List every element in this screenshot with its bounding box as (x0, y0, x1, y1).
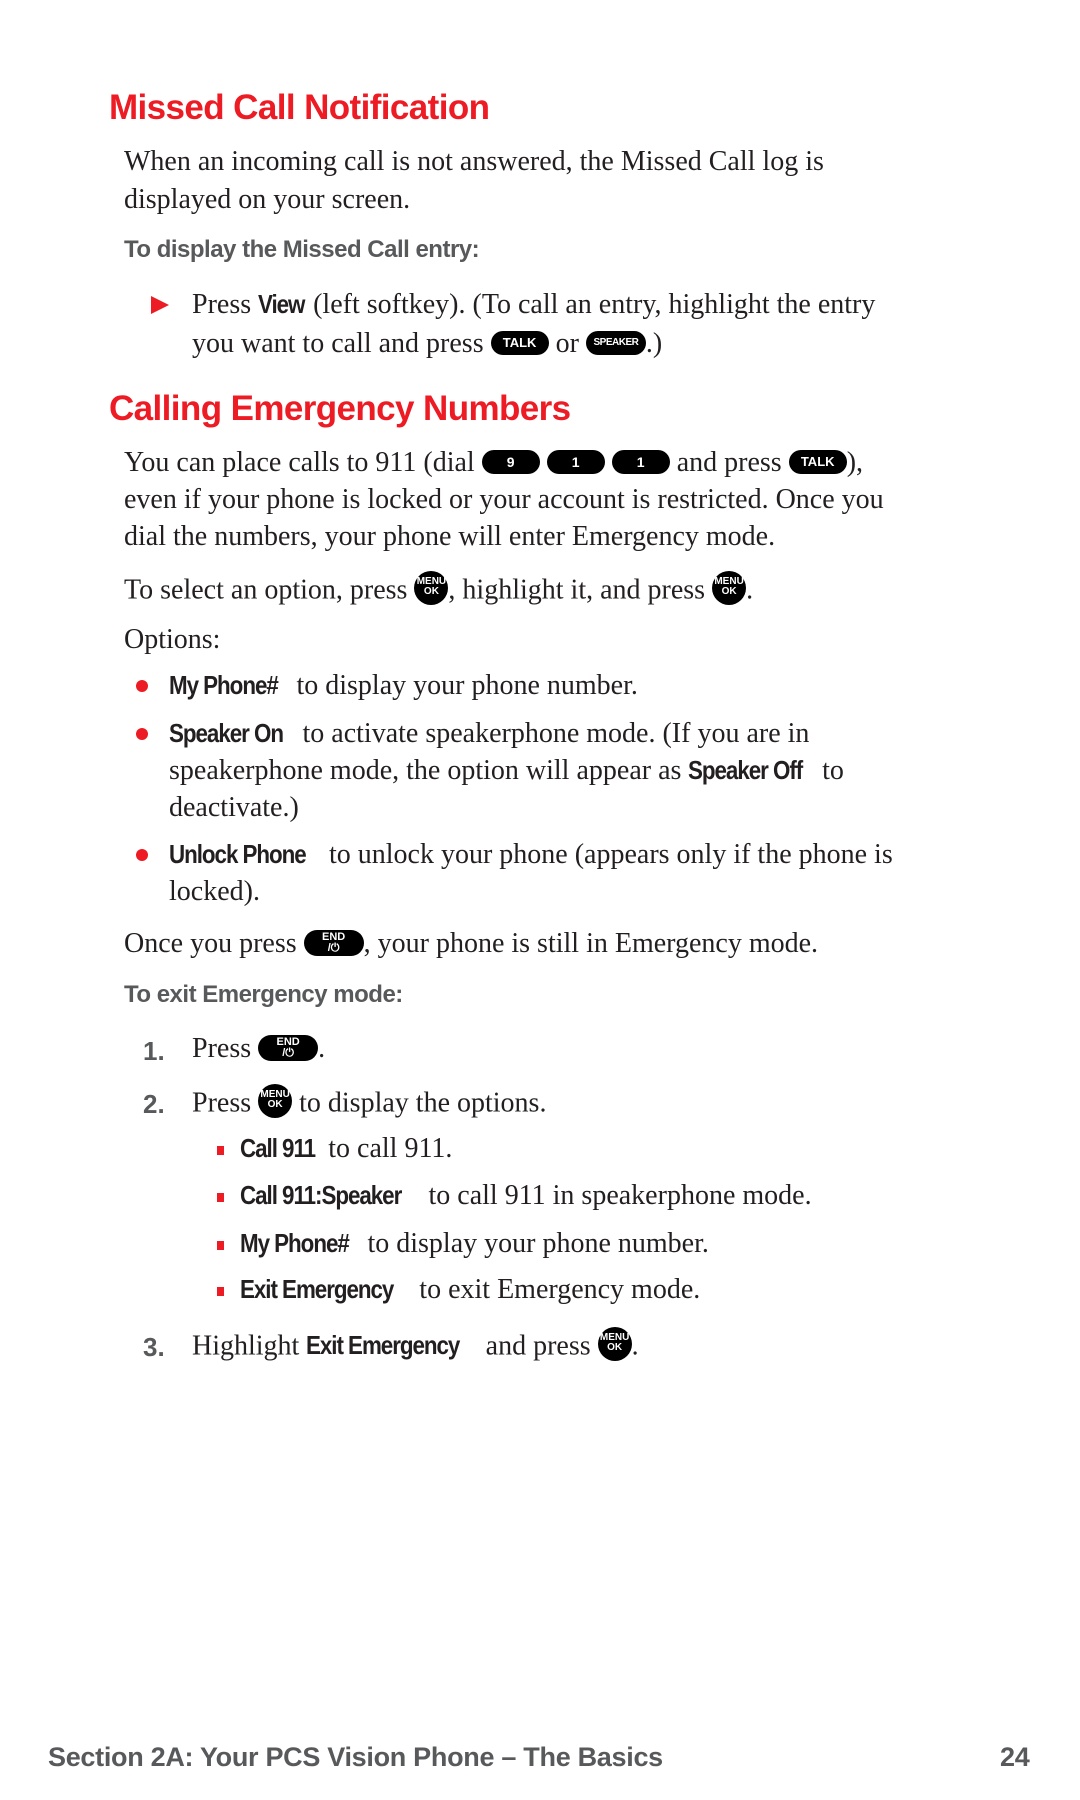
section-title-missed-call: Missed Call Notification (109, 88, 490, 127)
arrow-bullet-icon (151, 296, 169, 314)
sub-option-item: Exit Emergency to exit Emergency mode. (240, 1274, 701, 1305)
step-number: 3. (143, 1332, 165, 1362)
option-item: Unlock Phone to unlock your phone (appea… (169, 839, 893, 870)
option-item-cont: locked). (169, 876, 260, 907)
key-1-icon: 1 (546, 449, 605, 474)
step-line: Press View (left softkey). (To call an e… (192, 289, 876, 320)
bullet-dot-icon (136, 849, 148, 861)
square-bullet-icon (217, 1241, 224, 1250)
paragraph-line: even if your phone is locked or your acc… (124, 484, 884, 515)
paragraph-line: You can place calls to 911 (dial 9 1 1 a… (124, 447, 864, 478)
bullet-dot-icon (136, 728, 148, 740)
end-power-key-icon: END/⏻ (258, 1034, 319, 1061)
step-number: 2. (143, 1089, 165, 1119)
talk-key-icon: TALK (788, 449, 847, 474)
menu-ok-key-icon: MENU OK (597, 1327, 632, 1361)
section-title-emergency: Calling Emergency Numbers (109, 389, 571, 428)
square-bullet-icon (217, 1193, 224, 1202)
menu-ok-key-icon: MENU OK (258, 1084, 293, 1118)
select-instruction: To select an option, press MENU OK, highl… (124, 571, 753, 609)
bold-term: View (258, 289, 305, 319)
option-item-cont: deactivate.) (169, 792, 299, 823)
sub-option-item: Call 911:Speaker to call 911 in speakerp… (240, 1180, 812, 1211)
paragraph-line: dial the numbers, your phone will enter … (124, 521, 776, 552)
square-bullet-icon (217, 1146, 224, 1155)
paragraph-line: displayed on your screen. (124, 184, 411, 215)
menu-ok-key-icon: MENU OK (414, 571, 449, 605)
option-item: My Phone# to display your phone number. (169, 670, 638, 701)
key-9-icon: 9 (481, 449, 540, 474)
paragraph-line: When an incoming call is not answered, t… (124, 146, 824, 177)
step-item: Press END/⏻. (192, 1033, 326, 1064)
option-item-cont: speakerphone mode, the option will appea… (169, 755, 844, 786)
sub-option-item: My Phone# to display your phone number. (240, 1228, 709, 1259)
speaker-key-icon: SPEAKER (585, 330, 646, 355)
page-number: 24 (1000, 1742, 1030, 1772)
square-bullet-icon (217, 1287, 224, 1296)
footer-section-label: Section 2A: Your PCS Vision Phone – The … (48, 1742, 663, 1772)
step-number: 1. (143, 1036, 165, 1066)
options-label: Options: (124, 624, 221, 655)
subheading-display-entry: To display the Missed Call entry: (124, 236, 480, 263)
end-power-key-icon: END/⏻ (303, 929, 364, 956)
key-1-icon: 1 (611, 449, 670, 474)
bullet-dot-icon (136, 680, 148, 692)
step-item: Press MENU OK to display the options. (192, 1084, 546, 1122)
step-line: you want to call and press TALK or SPEAK… (192, 328, 663, 359)
option-item: Speaker On to activate speakerphone mode… (169, 718, 810, 749)
step-item: Highlight Exit Emergency and press MENU O… (192, 1327, 639, 1365)
once-press-line: Once you press END/⏻, your phone is stil… (124, 928, 819, 959)
sub-option-item: Call 911 to call 911. (240, 1133, 453, 1164)
subheading-exit-emergency: To exit Emergency mode: (124, 981, 403, 1008)
menu-ok-key-icon: MENU OK (712, 571, 747, 605)
talk-key-icon: TALK (490, 330, 549, 355)
